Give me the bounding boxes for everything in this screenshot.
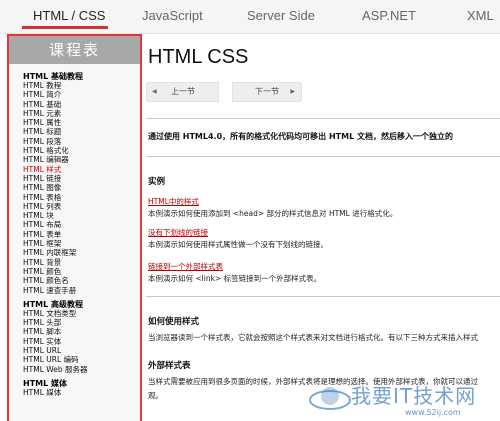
sidebar-link[interactable]: HTML 列表 (23, 202, 140, 211)
sidebar-link[interactable]: HTML 标题 (23, 127, 140, 136)
sidebar-group-title: HTML 高级教程 (23, 299, 83, 309)
sidebar-link[interactable]: HTML 编辑器 (23, 155, 140, 164)
sidebar-link[interactable]: HTML 背景 (23, 258, 140, 267)
sidebar-link[interactable]: HTML 布局 (23, 220, 140, 229)
sidebar-link[interactable]: HTML Web 服务器 (23, 365, 140, 374)
sidebar-title: 课程表 (9, 36, 140, 64)
sidebar-link[interactable]: HTML URL 编码 (23, 355, 140, 364)
active-tab-underline (22, 26, 108, 29)
how-to-use-styles-text: 当浏览器读到一个样式表，它就会按照这个样式表来对文档进行格式化。有以下三种方式来… (148, 333, 478, 342)
sidebar-link[interactable]: HTML 表单 (23, 230, 140, 239)
prev-section-button[interactable]: ◀ 上一节 (146, 82, 219, 102)
example-link-styles-in-html[interactable]: HTML中的样式 (148, 196, 199, 207)
sidebar-list: HTML 基础教程 HTML 教程 HTML 简介 HTML 基础 HTML 元素 HTM… (9, 64, 140, 397)
left-triangle-icon: ◀ (152, 88, 157, 95)
sidebar-link[interactable]: HTML 教程 (23, 81, 140, 90)
sidebar-link[interactable]: HTML 图像 (23, 183, 140, 192)
sidebar-link[interactable]: HTML 格式化 (23, 146, 140, 155)
prev-section-label: 上一节 (171, 87, 195, 96)
sidebar-link[interactable]: HTML 样式 (23, 165, 140, 174)
sidebar-link[interactable]: HTML 基础 (23, 100, 140, 109)
external-stylesheet-text-continued: 观。 (148, 391, 163, 400)
example-description: 本例演示如何 <link> 标签链接到一个外部样式表。 (148, 274, 322, 283)
sidebar-link[interactable]: HTML 速查手册 (23, 286, 140, 295)
example-link-external-stylesheet[interactable]: 链接到一个外部样式表 (148, 261, 223, 272)
nav-tab-html-css[interactable]: HTML / CSS (33, 8, 105, 23)
sidebar-link[interactable]: HTML 颜色 (23, 267, 140, 276)
nav-tab-aspnet[interactable]: ASP.NET (362, 8, 416, 23)
sidebar-link[interactable]: HTML 文档类型 (23, 309, 140, 318)
sidebar-link[interactable]: HTML 脚本 (23, 327, 140, 336)
main-content: HTML CSS ◀ 上一节 下一节 ▶ 通过使用 HTML4.0，所有的格式化… (146, 34, 500, 421)
sidebar-link[interactable]: HTML 内联框架 (23, 248, 140, 257)
divider (146, 156, 500, 157)
course-sidebar: 课程表 HTML 基础教程 HTML 教程 HTML 简介 HTML 基础 HTML 元… (7, 34, 142, 421)
sidebar-link[interactable]: HTML 链接 (23, 174, 140, 183)
page-title: HTML CSS (148, 46, 249, 68)
sidebar-group-title: HTML 基础教程 (23, 72, 83, 81)
sidebar-link[interactable]: HTML 段落 (23, 137, 140, 146)
sidebar-link[interactable]: HTML 框架 (23, 239, 140, 248)
intro-text: 通过使用 HTML4.0，所有的格式化代码均可移出 HTML 文档，然后移入一个… (148, 132, 453, 141)
how-to-use-styles-heading: 如何使用样式 (148, 317, 200, 327)
divider (146, 118, 500, 119)
example-description: 本例演示如何使用样式属性做一个没有下划线的链接。 (148, 240, 328, 249)
sidebar-link[interactable]: HTML URL (23, 346, 140, 355)
examples-heading: 实例 (148, 177, 166, 187)
sidebar-link[interactable]: HTML 实体 (23, 337, 140, 346)
next-section-button[interactable]: 下一节 ▶ (232, 82, 302, 102)
sidebar-link[interactable]: HTML 媒体 (23, 388, 140, 397)
divider (146, 296, 500, 297)
sidebar-link[interactable]: HTML 简介 (23, 90, 140, 99)
top-navigation: HTML / CSS JavaScript Server Side ASP.NE… (0, 0, 500, 34)
sidebar-link[interactable]: HTML 表格 (23, 193, 140, 202)
right-triangle-icon: ▶ (290, 88, 295, 95)
nav-tab-server-side[interactable]: Server Side (247, 8, 315, 23)
example-description: 本例演示如何使用添加到 <head> 部分的样式信息对 HTML 进行格式化。 (148, 209, 398, 218)
nav-tab-javascript[interactable]: JavaScript (142, 8, 203, 23)
external-stylesheet-text: 当样式需要被应用到很多页面的时候，外部样式表将是理想的选择。使用外部样式表，你就… (148, 377, 478, 386)
sidebar-link[interactable]: HTML 元素 (23, 109, 140, 118)
example-link-no-underline[interactable]: 没有下划线的链接 (148, 227, 208, 238)
sidebar-group-title: HTML 媒体 (23, 378, 67, 388)
sidebar-link[interactable]: HTML 颜色名 (23, 276, 140, 285)
nav-tab-xml[interactable]: XML (467, 8, 494, 23)
next-section-label: 下一节 (255, 87, 279, 96)
external-stylesheet-heading: 外部样式表 (148, 361, 191, 371)
